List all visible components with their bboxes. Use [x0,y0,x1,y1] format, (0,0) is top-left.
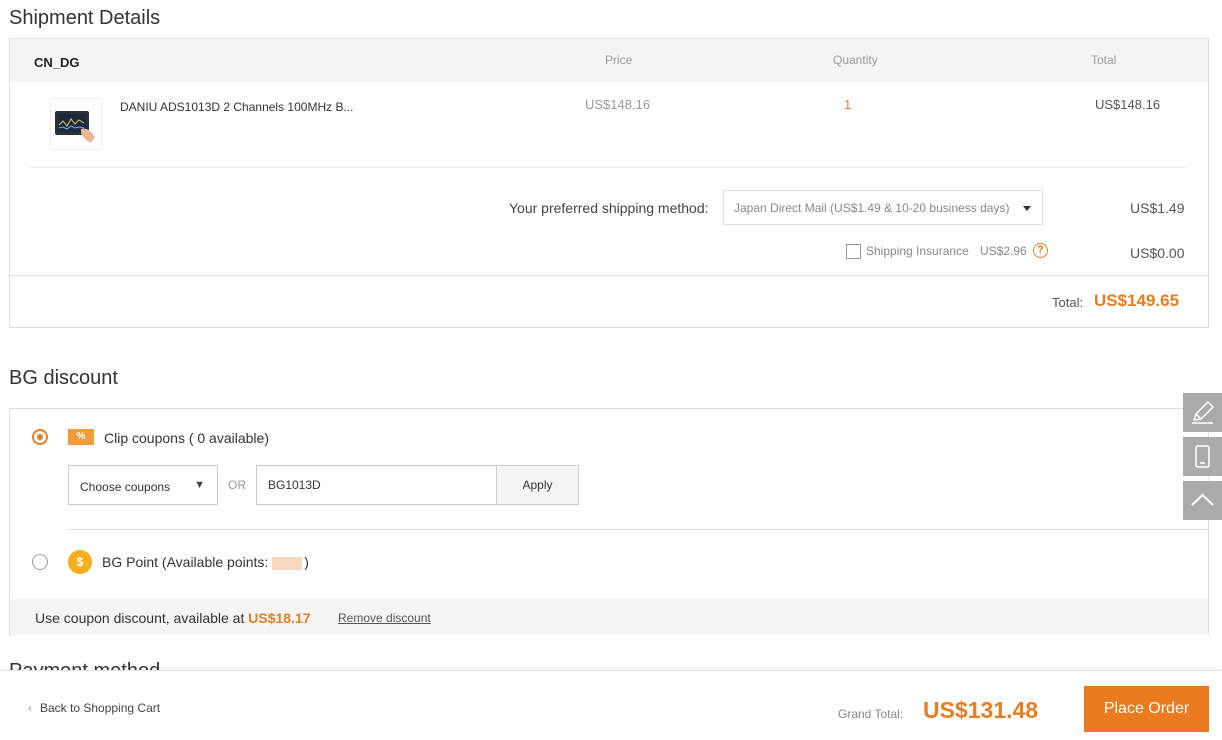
chevron-up-icon [1191,493,1214,506]
discount-box: % Clip coupons ( 0 available) Choose cou… [9,408,1209,635]
discount-summary-prefix: Use coupon discount, available at [35,610,249,626]
discount-amount: US$18.17 [248,610,311,626]
col-price: Price [605,53,633,67]
choose-coupons-value: Choose coupons [80,480,171,494]
shipping-method-select[interactable]: Japan Direct Mail (US$1.49 & 10-20 busin… [723,190,1043,225]
back-to-cart-label: Back to Shopping Cart [40,701,161,715]
shipment-header: CN_DG Price Quantity Total [10,39,1208,82]
shipping-insurance-checkbox[interactable] [846,244,861,259]
bg-point-radio[interactable] [32,554,48,570]
redacted-points [272,556,303,570]
checkout-page: Shipment Details CN_DG Price Quantity To… [0,0,1222,740]
discount-section-title: BG discount [9,367,118,389]
divider [10,275,1208,276]
chevron-left-icon: ‹ [28,701,32,715]
product-price: US$148.16 [585,97,651,112]
coupon-icon: % [68,429,94,445]
grand-total-value: US$131.48 [923,697,1039,723]
shipment-section-title: Shipment Details [9,7,161,29]
clip-coupons-radio[interactable] [32,429,48,445]
discount-summary: Use coupon discount, available at US$18.… [10,599,1208,635]
remove-discount-link[interactable]: Remove discount [338,611,431,625]
phone-icon [1195,445,1210,468]
coin-icon: $ [68,550,92,574]
product-name[interactable]: DANIU ADS1013D 2 Channels 100MHz B... [120,100,353,114]
or-separator: OR [228,478,246,492]
shipment-total-value: US$149.65 [1094,291,1180,310]
shipment-total-label: Total: [1052,295,1084,310]
back-to-cart-link[interactable]: ‹ Back to Shopping Cart [28,701,160,715]
discount-summary-text: Use coupon discount, available at US$18.… [35,610,311,626]
back-to-top-button[interactable] [1183,481,1222,520]
product-quantity: 1 [844,97,852,112]
place-order-button[interactable]: Place Order [1084,686,1209,732]
coupon-code-input[interactable] [256,465,497,505]
shipping-insurance-label[interactable]: Shipping Insurance [866,244,969,258]
divider [68,529,1209,530]
shipping-method-value: Japan Direct Mail (US$1.49 & 10-20 busin… [734,201,1010,215]
warehouse-name: CN_DG [34,55,80,70]
product-total: US$148.16 [1095,97,1161,112]
bg-point-label[interactable]: BG Point (Available points:) [102,554,309,570]
help-icon[interactable]: ? [1033,243,1048,258]
choose-coupons-select[interactable]: Choose coupons ▼ [68,465,218,505]
product-image[interactable] [50,98,102,150]
col-quantity: Quantity [833,53,878,67]
apply-button[interactable]: Apply [496,465,579,505]
bg-point-label-prefix: BG Point (Available points: [102,554,269,570]
shipping-method-label: Your preferred shipping method: [509,200,709,216]
grand-total-label: Grand Total: [838,707,904,721]
mobile-app-button[interactable] [1183,437,1222,476]
caret-down-icon [1023,206,1031,211]
bg-point-label-suffix: ) [304,554,309,570]
shipping-insurance-price: US$2.96 [980,244,1027,258]
col-total: Total [1091,53,1117,67]
divider [30,167,1188,168]
insurance-cost: US$0.00 [1130,245,1185,261]
shipping-cost: US$1.49 [1130,200,1185,216]
pencil-icon [1192,400,1215,424]
clip-coupons-label[interactable]: Clip coupons ( 0 available) [104,430,269,446]
feedback-button[interactable] [1183,393,1222,432]
triangle-down-icon: ▼ [194,479,205,491]
shipment-box: CN_DG Price Quantity Total DANIU ADS1013… [9,38,1209,328]
checkout-footer-bar: ‹ Back to Shopping Cart Grand Total: US$1… [0,670,1222,740]
